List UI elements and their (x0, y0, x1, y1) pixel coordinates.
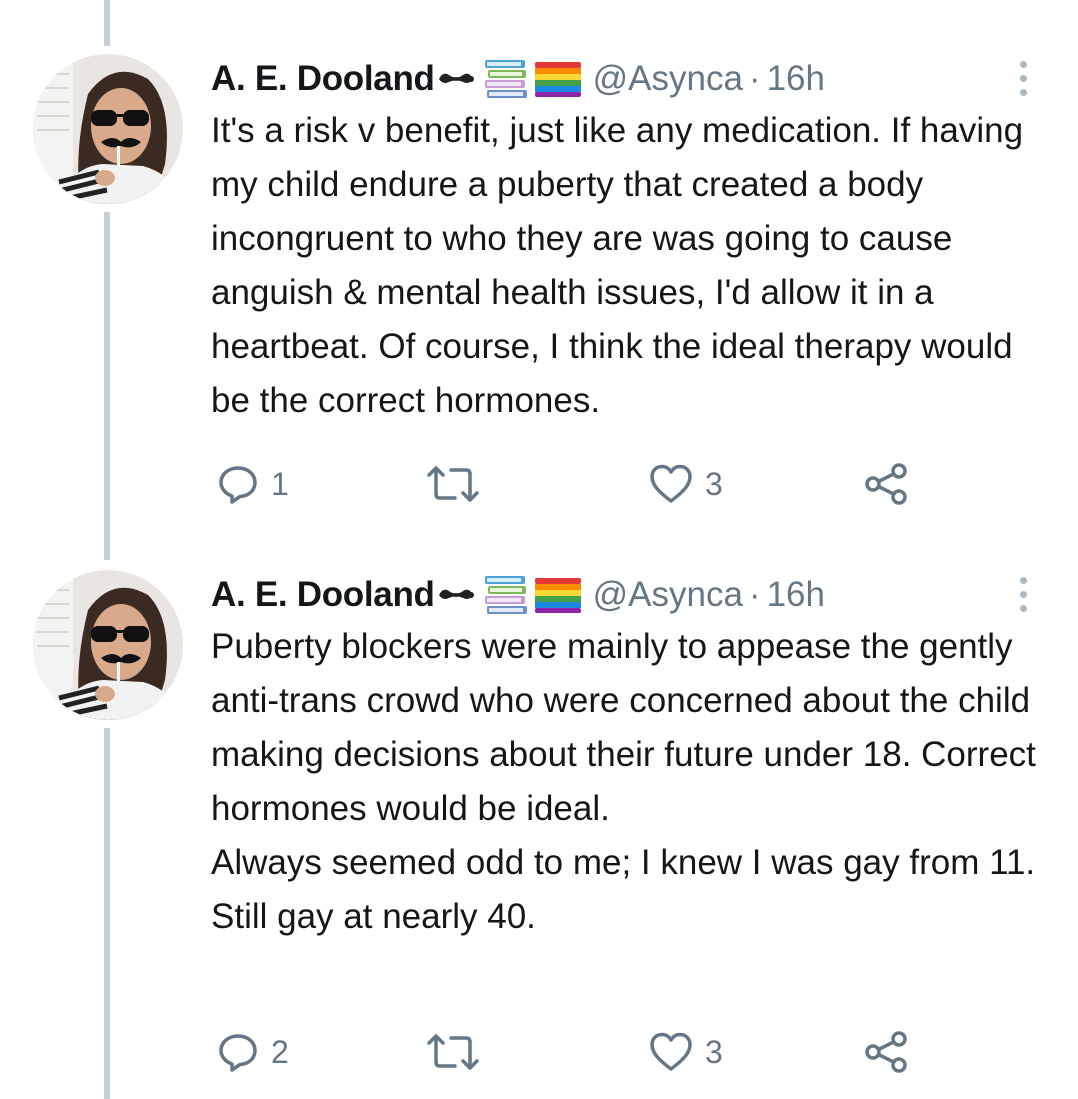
more-vertical-icon[interactable] (1008, 574, 1038, 614)
retweet-button[interactable] (425, 460, 493, 508)
reply-button[interactable]: 2 (217, 1028, 289, 1076)
reply-icon (219, 466, 257, 504)
tweet[interactable]: A. E. Dooland (0, 0, 1078, 530)
books-emoji-icon (483, 58, 529, 100)
like-button[interactable]: 3 (649, 1028, 723, 1076)
tweet-actions: 1 3 (211, 460, 1061, 508)
like-button[interactable]: 3 (649, 460, 723, 508)
avatar-image (33, 54, 183, 204)
heart-icon (650, 1032, 692, 1071)
share-icon (865, 1031, 907, 1073)
reply-button[interactable]: 1 (217, 460, 289, 508)
heart-icon (650, 464, 692, 503)
retweet-icon (427, 466, 479, 502)
retweet-button[interactable] (425, 1028, 493, 1076)
reply-count: 2 (271, 1033, 289, 1070)
reply-count: 1 (271, 465, 289, 502)
share-button[interactable] (863, 1028, 909, 1076)
like-count: 3 (705, 465, 723, 502)
share-button[interactable] (863, 460, 909, 508)
tweet-text: Puberty blockers were mainly to appease … (211, 627, 1036, 936)
separator-dot: · (748, 59, 761, 98)
author-handle[interactable]: @Asynca (593, 59, 743, 99)
author-name[interactable]: A. E. Dooland (211, 59, 435, 99)
mustache-emoji-icon (437, 69, 475, 89)
tweet-actions: 2 3 (211, 1028, 1061, 1076)
books-emoji-icon (483, 574, 529, 616)
author-name[interactable]: A. E. Dooland (211, 575, 435, 615)
like-count: 3 (705, 1033, 723, 1070)
retweet-icon (427, 1034, 479, 1070)
mustache-emoji-icon (437, 585, 475, 605)
reply-icon (219, 1034, 257, 1072)
more-vertical-icon[interactable] (1008, 58, 1038, 98)
tweet-timestamp[interactable]: 16h (767, 59, 825, 99)
tweet-header: A. E. Dooland @Asynca · 16h (211, 56, 825, 102)
avatar[interactable] (33, 54, 183, 204)
author-handle[interactable]: @Asynca (593, 575, 743, 615)
tweet-header: A. E. Dooland @Asynca · 16h (211, 572, 825, 618)
share-icon (865, 463, 907, 505)
separator-dot: · (748, 575, 761, 614)
avatar-image (33, 570, 183, 720)
rainbow-flag-emoji-icon (534, 60, 581, 98)
tweet-timestamp[interactable]: 16h (767, 575, 825, 615)
avatar[interactable] (33, 570, 183, 720)
rainbow-flag-emoji-icon (534, 576, 581, 614)
tweet-text: It's a risk v benefit, just like any med… (211, 111, 1024, 420)
tweet[interactable]: A. E. Dooland (0, 516, 1078, 1099)
